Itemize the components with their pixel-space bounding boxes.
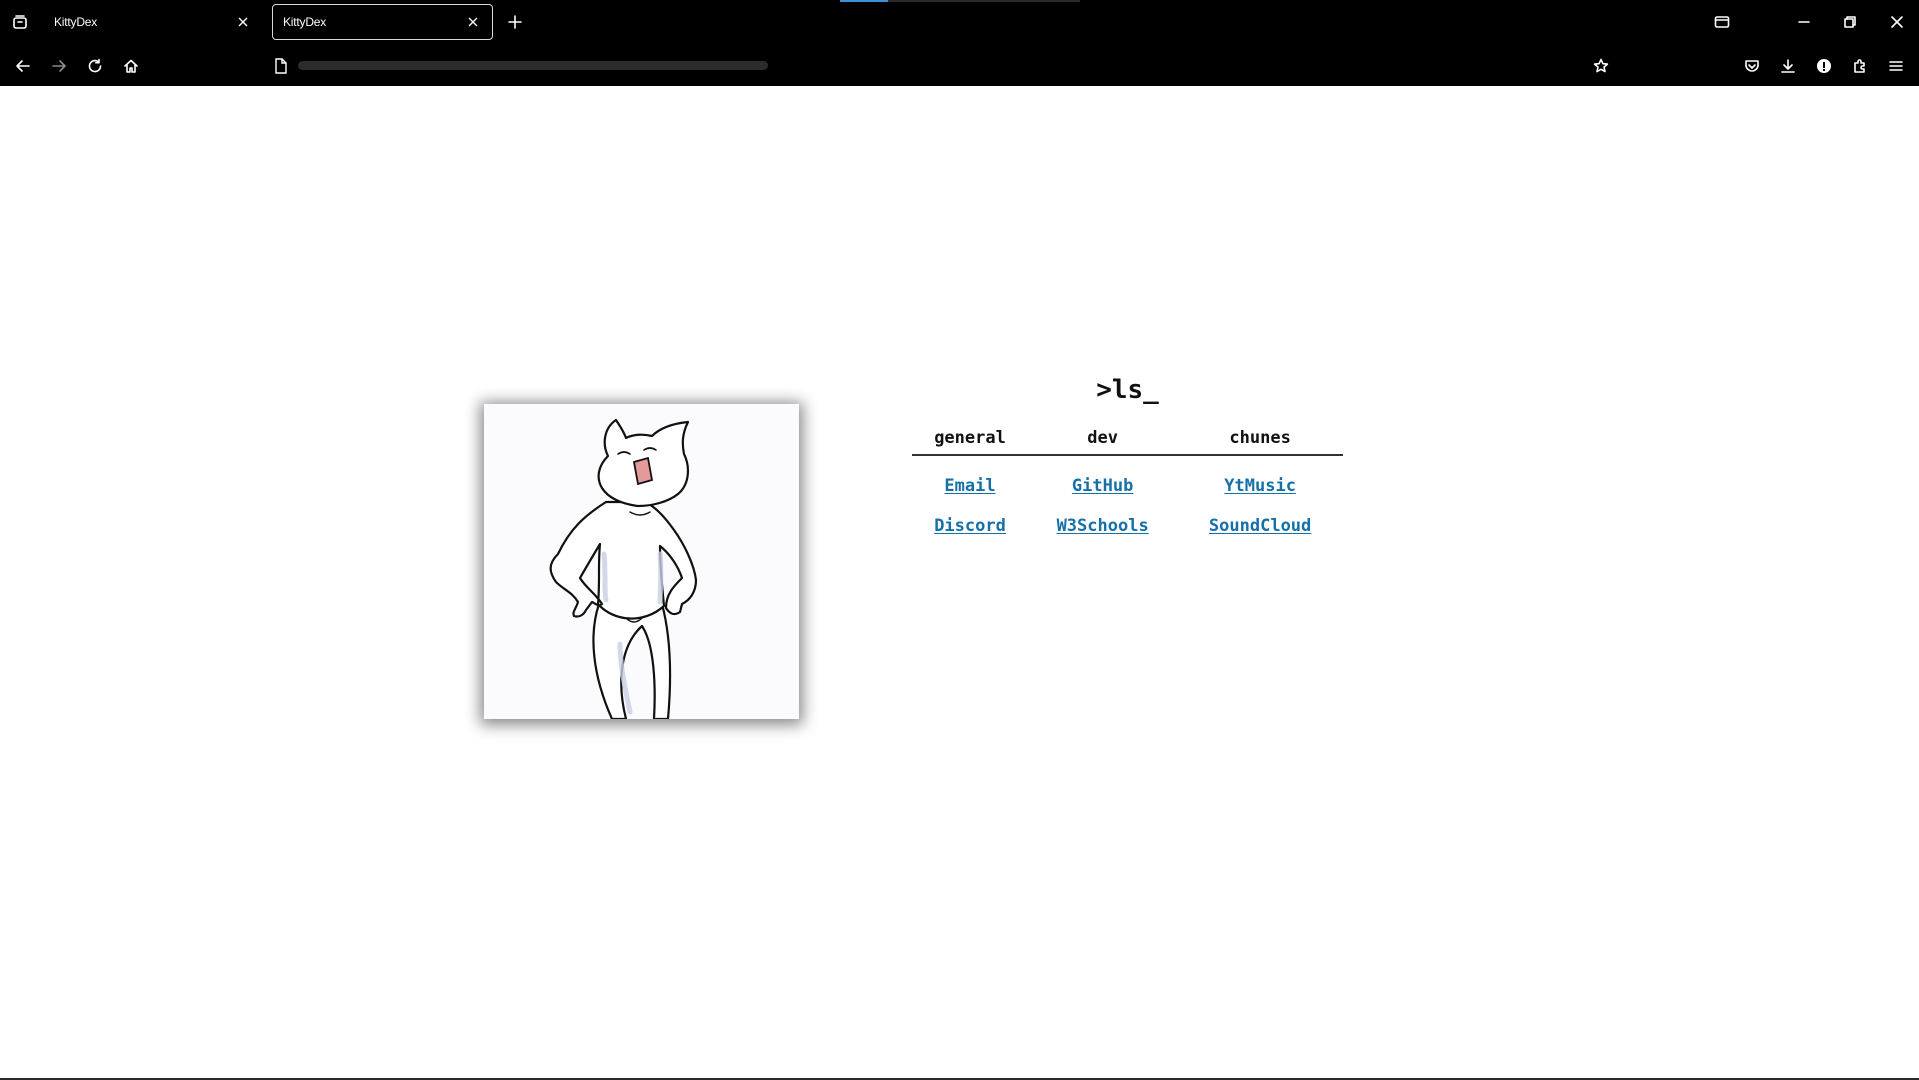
table-cell: W3Schools (1028, 506, 1177, 546)
close-icon[interactable] (236, 15, 250, 29)
table-cell: YtMusic (1177, 455, 1343, 506)
close-icon[interactable] (1881, 6, 1913, 38)
download-icon[interactable] (1772, 50, 1804, 82)
nav-toolbar (0, 46, 1919, 86)
tab-overview-icon[interactable] (4, 6, 36, 38)
w3schools-link[interactable]: W3Schools (1057, 516, 1149, 536)
table-cell: Discord (912, 506, 1028, 546)
tab-1-label: KittyDex (54, 15, 98, 29)
home-icon[interactable] (115, 50, 147, 82)
browser-chrome: KittyDex KittyDex (0, 0, 1919, 86)
table-header-row: general dev chunes (912, 422, 1343, 456)
back-arrow-icon[interactable] (7, 50, 39, 82)
tab-1[interactable]: KittyDex (44, 4, 262, 40)
cat-illustration (484, 404, 799, 719)
links-table: general dev chunes Email GitHub YtMusic … (912, 422, 1343, 546)
email-link[interactable]: Email (944, 476, 995, 496)
window-list-icon[interactable] (1706, 6, 1738, 38)
page-icon (274, 58, 290, 74)
minimize-icon[interactable] (1788, 6, 1820, 38)
tab-2-active[interactable]: KittyDex (272, 4, 493, 40)
redacted-url (298, 61, 768, 70)
info-icon[interactable] (1808, 50, 1840, 82)
reload-icon[interactable] (79, 50, 111, 82)
puzzle-icon[interactable] (1844, 50, 1876, 82)
table-row: Discord W3Schools SoundCloud (912, 506, 1343, 546)
github-link[interactable]: GitHub (1072, 476, 1133, 496)
column-header-chunes: chunes (1177, 422, 1343, 456)
column-header-general: general (912, 422, 1029, 456)
restore-icon[interactable] (1834, 6, 1866, 38)
plus-icon[interactable] (499, 6, 531, 38)
discord-link[interactable]: Discord (934, 516, 1006, 536)
close-icon[interactable] (466, 15, 480, 29)
forward-arrow-icon[interactable] (43, 50, 75, 82)
table-cell: Email (912, 455, 1028, 506)
table-cell: SoundCloud (1177, 506, 1343, 546)
cat-illustration-drawing (484, 404, 799, 719)
ytmusic-link[interactable]: YtMusic (1224, 476, 1296, 496)
table-row: Email GitHub YtMusic (912, 455, 1343, 506)
star-icon[interactable] (1585, 50, 1617, 82)
tab-2-label: KittyDex (283, 15, 327, 29)
page-title: >ls_ (1096, 375, 1159, 405)
links-panel: >ls_ general dev chunes Email GitHub YtM… (912, 368, 1343, 546)
page-content: >ls_ general dev chunes Email GitHub YtM… (0, 86, 1919, 1078)
tab-bar: KittyDex KittyDex (0, 0, 1919, 44)
table-cell: GitHub (1028, 455, 1177, 506)
hamburger-menu-icon[interactable] (1880, 50, 1912, 82)
column-header-dev: dev (1028, 422, 1178, 456)
url-bar[interactable] (270, 50, 1610, 82)
soundcloud-link[interactable]: SoundCloud (1209, 516, 1311, 536)
pocket-icon[interactable] (1736, 50, 1768, 82)
